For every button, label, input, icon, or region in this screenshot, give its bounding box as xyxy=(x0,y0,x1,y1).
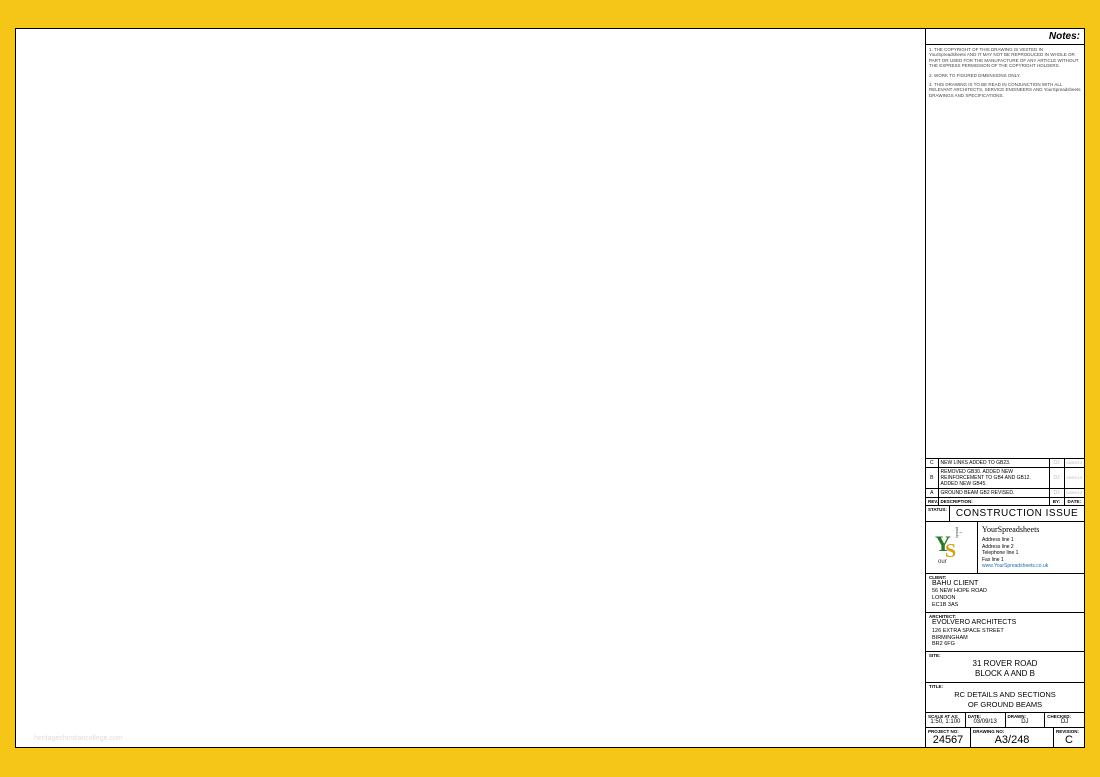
revision-cell: REVISION: C xyxy=(1054,728,1084,747)
svg-text:our: our xyxy=(938,559,947,565)
client-addr1: 56 NEW HOPE ROAD xyxy=(932,588,1078,595)
rev-header: DESCRIPTION: xyxy=(938,497,1049,505)
drawn-cell: DRAWN: DJ xyxy=(1006,713,1046,727)
rev-desc: REMOVED GB30. ADDED NEW REINFORCEMENT TO… xyxy=(938,467,1049,488)
project-value: 24567 xyxy=(926,734,970,747)
architect-addr2: BIRMINGHAM xyxy=(932,635,1078,642)
notes-body: 1. THE COPYRIGHT OF THIS DRAWING IS VEST… xyxy=(926,45,1084,459)
title-block-sidebar: Notes: 1. THE COPYRIGHT OF THIS DRAWING … xyxy=(925,29,1084,747)
rev-header: BY: xyxy=(1049,497,1064,505)
site-line1: 31 ROVER ROAD xyxy=(928,659,1082,669)
client-name: BAHU CLIENT xyxy=(932,580,1078,589)
svg-text:™: ™ xyxy=(959,531,962,535)
note-3: 3. THIS DRAWING IS TO BE READ IN CONJUNC… xyxy=(929,82,1081,98)
ys-logo-icon: Y S our spreadsheets ™ xyxy=(932,527,972,567)
project-cell: PROJECT NO: 24567 xyxy=(926,728,971,747)
rev-header: REV. xyxy=(926,497,938,505)
meta-row-2: PROJECT NO: 24567 DRAWING NO: A3/248 REV… xyxy=(926,728,1084,747)
drawn-value: DJ xyxy=(1006,719,1045,727)
company-details: YourSpreadsheets Address line 1 Address … xyxy=(978,522,1084,573)
watermark: heritagechristiancollege.com xyxy=(34,735,123,742)
revision-table: C NEW LINKS ADDED TO GB23. DJ 08/09/13 B… xyxy=(926,459,1084,506)
checked-value: DJ xyxy=(1045,719,1084,727)
status-value: CONSTRUCTION ISSUE xyxy=(950,506,1084,521)
rev-by: DJ xyxy=(1049,467,1064,488)
note-1: 1. THE COPYRIGHT OF THIS DRAWING IS VEST… xyxy=(929,47,1081,69)
revision-value: C xyxy=(1054,734,1084,747)
title-block: TITLE: RC DETAILS AND SECTIONS OF GROUND… xyxy=(926,683,1084,713)
rev-letter: B xyxy=(926,467,938,488)
site-line2: BLOCK A AND B xyxy=(928,669,1082,679)
meta-row-1: SCALE AT A3: 1:50, 1:100 DATE: 03/09/13 … xyxy=(926,713,1084,728)
client-addr2: LONDON xyxy=(932,595,1078,602)
status-label: STATUS: xyxy=(926,506,950,521)
site-block: SITE: 31 ROVER ROAD BLOCK A AND B xyxy=(926,652,1084,683)
revision-row: A GROUND BEAM GB2 REVISED. DJ 04/09/13 xyxy=(926,488,1084,497)
note-2: 2. WORK TO FIGURED DIMENSIONS ONLY. xyxy=(929,73,1081,78)
rev-by: DJ xyxy=(1049,459,1064,468)
architect-addr3: BR2 6FG xyxy=(932,641,1078,648)
rev-letter: A xyxy=(926,488,938,497)
drawing-value: A3/248 xyxy=(971,734,1053,747)
rev-desc: NEW LINKS ADDED TO GB23. xyxy=(938,459,1049,468)
architect-name: EVOLVERO ARCHITECTS xyxy=(932,619,1078,628)
rev-desc: GROUND BEAM GB2 REVISED. xyxy=(938,488,1049,497)
notes-heading: Notes: xyxy=(926,29,1084,45)
architect-block: ARCHITECT: EVOLVERO ARCHITECTS 126 EXTRA… xyxy=(926,613,1084,652)
date-cell: DATE: 03/09/13 xyxy=(966,713,1006,727)
scale-value: 1:50, 1:100 xyxy=(926,719,965,727)
client-addr3: EC1B 3AS xyxy=(932,602,1078,609)
revision-row: C NEW LINKS ADDED TO GB23. DJ 08/09/13 xyxy=(926,459,1084,468)
drawing-cell: DRAWING NO: A3/248 xyxy=(971,728,1054,747)
date-value: 03/09/13 xyxy=(966,719,1005,727)
rev-date: 08/09/13 xyxy=(1064,459,1084,468)
rev-header: DATE: xyxy=(1064,497,1084,505)
company-web[interactable]: www.YourSpreadsheets.co.uk xyxy=(982,563,1048,569)
revision-header-row: REV. DESCRIPTION: BY: DATE: xyxy=(926,497,1084,505)
rev-date: 04/09/13 xyxy=(1064,488,1084,497)
client-block: CLIENT: BAHU CLIENT 56 NEW HOPE ROAD LON… xyxy=(926,574,1084,613)
title-line2: OF GROUND BEAMS xyxy=(928,700,1082,709)
rev-letter: C xyxy=(926,459,938,468)
scale-cell: SCALE AT A3: 1:50, 1:100 xyxy=(926,713,966,727)
rev-by: DJ xyxy=(1049,488,1064,497)
rev-date: 05/09/13 xyxy=(1064,467,1084,488)
company-name: YourSpreadsheets xyxy=(982,525,1080,535)
company-logo: Y S our spreadsheets ™ xyxy=(926,522,978,573)
company-block: Y S our spreadsheets ™ YourSpreadsheets … xyxy=(926,522,1084,574)
architect-addr1: 126 EXTRA SPACE STREET xyxy=(932,628,1078,635)
checked-cell: CHECKED: DJ xyxy=(1045,713,1084,727)
revision-row: B REMOVED GB30. ADDED NEW REINFORCEMENT … xyxy=(926,467,1084,488)
drawing-sheet: heritagechristiancollege.com Notes: 1. T… xyxy=(15,28,1085,748)
title-line1: RC DETAILS AND SECTIONS xyxy=(928,690,1082,699)
status-block: STATUS: CONSTRUCTION ISSUE xyxy=(926,506,1084,522)
